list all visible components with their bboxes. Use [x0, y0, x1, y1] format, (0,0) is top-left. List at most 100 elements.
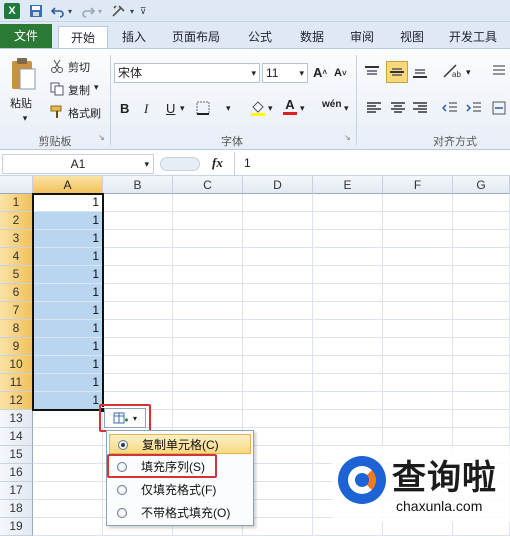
- formula-input[interactable]: 1: [244, 156, 251, 170]
- cell-b8[interactable]: [103, 320, 173, 338]
- cell-e2[interactable]: [313, 212, 383, 230]
- tab-page-layout[interactable]: 页面布局: [164, 26, 228, 48]
- cell-b5[interactable]: [103, 266, 173, 284]
- redo-dropdown-icon[interactable]: ▾: [96, 3, 104, 19]
- row-header-19[interactable]: 19: [0, 518, 33, 536]
- fill-color-dropdown-icon[interactable]: ▾: [268, 103, 273, 114]
- cell-f11[interactable]: [383, 374, 453, 392]
- cell-b6[interactable]: [103, 284, 173, 302]
- wrap-text-icon[interactable]: [492, 63, 508, 79]
- cell-c12[interactable]: [173, 392, 243, 410]
- cell-d6[interactable]: [243, 284, 313, 302]
- row-header-6[interactable]: 6: [0, 284, 33, 302]
- cell-f10[interactable]: [383, 356, 453, 374]
- tab-formulas[interactable]: 公式: [238, 26, 282, 48]
- cell-c4[interactable]: [173, 248, 243, 266]
- cell-a14[interactable]: [33, 428, 103, 446]
- cell-f7[interactable]: [383, 302, 453, 320]
- autofill-options-button[interactable]: ▾: [104, 408, 146, 428]
- cell-a17[interactable]: [33, 482, 103, 500]
- merge-center-icon[interactable]: [492, 101, 508, 115]
- cell-e11[interactable]: [313, 374, 383, 392]
- paste-icon[interactable]: [6, 55, 40, 95]
- borders-icon[interactable]: [196, 101, 214, 115]
- cell-c9[interactable]: [173, 338, 243, 356]
- paste-dropdown-icon[interactable]: ▾: [10, 113, 40, 124]
- cell-b3[interactable]: [103, 230, 173, 248]
- cell-d3[interactable]: [243, 230, 313, 248]
- cell-g3[interactable]: [453, 230, 510, 248]
- row-header-13[interactable]: 13: [0, 410, 33, 428]
- cell-e7[interactable]: [313, 302, 383, 320]
- align-center-icon[interactable]: [390, 101, 408, 115]
- underline-button[interactable]: U: [166, 101, 175, 116]
- tab-review[interactable]: 审阅: [340, 26, 384, 48]
- italic-button[interactable]: I: [144, 101, 148, 117]
- borders-dropdown-icon[interactable]: ▾: [226, 103, 231, 114]
- cell-d11[interactable]: [243, 374, 313, 392]
- tab-data[interactable]: 数据: [290, 26, 334, 48]
- customize-qat-icon[interactable]: ⊽: [138, 3, 148, 19]
- cell-c8[interactable]: [173, 320, 243, 338]
- row-header-16[interactable]: 16: [0, 464, 33, 482]
- fill-color-icon[interactable]: [250, 99, 268, 117]
- cell-g13[interactable]: [453, 410, 510, 428]
- tools-icon[interactable]: [110, 3, 128, 19]
- font-color-icon[interactable]: A: [282, 97, 298, 115]
- row-header-9[interactable]: 9: [0, 338, 33, 356]
- menu-item-fill-formatting-only[interactable]: 仅填充格式(F): [109, 480, 251, 500]
- increase-indent-icon[interactable]: [466, 101, 484, 115]
- font-name-dropdown-icon[interactable]: ▾: [251, 64, 256, 82]
- cell-g14[interactable]: [453, 428, 510, 446]
- cell-e9[interactable]: [313, 338, 383, 356]
- cell-f8[interactable]: [383, 320, 453, 338]
- cell-e13[interactable]: [313, 410, 383, 428]
- cell-e1[interactable]: [313, 194, 383, 212]
- font-color-dropdown-icon[interactable]: ▾: [300, 103, 305, 114]
- formula-bar-splitter[interactable]: [160, 157, 200, 171]
- column-header-c[interactable]: C: [173, 176, 243, 194]
- cell-b10[interactable]: [103, 356, 173, 374]
- undo-dropdown-icon[interactable]: ▾: [66, 3, 74, 19]
- cell-a16[interactable]: [33, 464, 103, 482]
- cell-g5[interactable]: [453, 266, 510, 284]
- undo-icon[interactable]: [50, 3, 66, 19]
- cell-a13[interactable]: [33, 410, 103, 428]
- menu-item-copy-cells[interactable]: 复制单元格(C): [109, 434, 251, 454]
- tab-insert[interactable]: 插入: [112, 26, 156, 48]
- cell-e14[interactable]: [313, 428, 383, 446]
- cell-c7[interactable]: [173, 302, 243, 320]
- align-right-icon[interactable]: [412, 101, 430, 115]
- align-bottom-icon[interactable]: [412, 65, 430, 79]
- cell-d7[interactable]: [243, 302, 313, 320]
- cell-g9[interactable]: [453, 338, 510, 356]
- row-header-11[interactable]: 11: [0, 374, 33, 392]
- cell-b2[interactable]: [103, 212, 173, 230]
- cell-f13[interactable]: [383, 410, 453, 428]
- cell-b4[interactable]: [103, 248, 173, 266]
- cell-e3[interactable]: [313, 230, 383, 248]
- cell-g8[interactable]: [453, 320, 510, 338]
- cell-g2[interactable]: [453, 212, 510, 230]
- cell-f3[interactable]: [383, 230, 453, 248]
- cell-g11[interactable]: [453, 374, 510, 392]
- cell-a19[interactable]: [33, 518, 103, 536]
- cell-e12[interactable]: [313, 392, 383, 410]
- cell-c13[interactable]: [173, 410, 243, 428]
- cell-e6[interactable]: [313, 284, 383, 302]
- column-header-e[interactable]: E: [313, 176, 383, 194]
- grow-font-icon[interactable]: A ˄: [313, 65, 327, 80]
- redo-icon[interactable]: [80, 3, 96, 19]
- orientation-icon[interactable]: ab: [442, 63, 464, 79]
- cell-g7[interactable]: [453, 302, 510, 320]
- cell-e10[interactable]: [313, 356, 383, 374]
- cell-d10[interactable]: [243, 356, 313, 374]
- cell-f2[interactable]: [383, 212, 453, 230]
- cell-f12[interactable]: [383, 392, 453, 410]
- cell-d2[interactable]: [243, 212, 313, 230]
- name-box[interactable]: A1 ▾: [2, 154, 154, 174]
- format-painter-button[interactable]: 格式刷: [68, 105, 101, 121]
- cell-e5[interactable]: [313, 266, 383, 284]
- cell-f4[interactable]: [383, 248, 453, 266]
- font-name-box[interactable]: 宋体 ▾: [114, 63, 260, 83]
